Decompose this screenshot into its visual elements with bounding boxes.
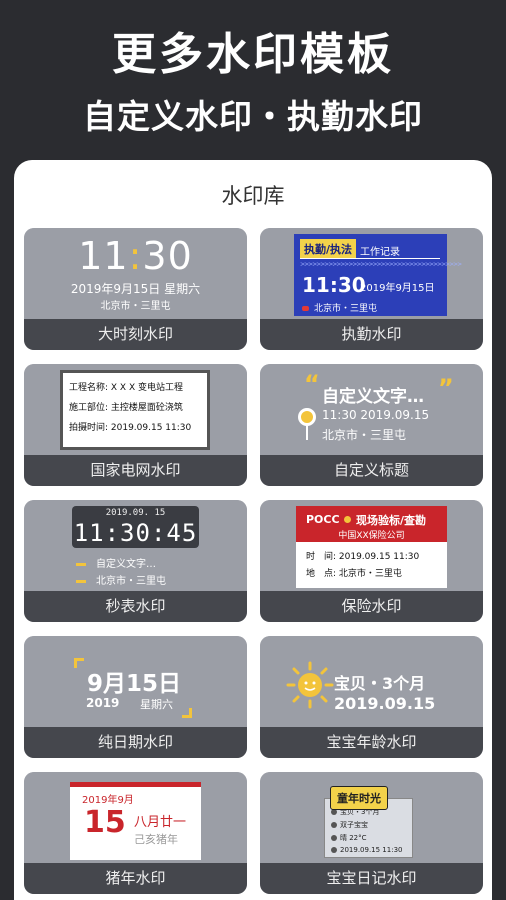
- project-name-row: 工程名称: X X X 变电站工程: [69, 383, 183, 393]
- preview-year: 2019: [86, 696, 120, 710]
- diary-row: 2019.09.15 11:30: [331, 846, 408, 854]
- preview-time: 11:30:45: [73, 519, 198, 547]
- preview-day: 15: [84, 805, 126, 840]
- pin-stem: [306, 426, 308, 440]
- template-card-state-grid[interactable]: 工程名称: X X X 变电站工程 施工部位: 主控楼屋面砼浇筑 拍摄时间: 2…: [24, 364, 247, 486]
- preview-date: 2019.09. 15: [105, 508, 166, 518]
- duty-watermark: 执勤/执法 工作记录 >>>>>>>>>>>>>>>>>>>>>>>>>>>>>…: [294, 234, 462, 316]
- template-label: 猪年水印: [24, 863, 247, 894]
- template-card-duty[interactable]: 执勤/执法 工作记录 >>>>>>>>>>>>>>>>>>>>>>>>>>>>>…: [260, 228, 483, 350]
- template-preview: 宝贝・3个月 2019.09.15: [260, 636, 483, 727]
- hero-title: 更多水印模板: [112, 29, 394, 80]
- template-preview: 童年时光 宝贝・3个月 双子宝宝 晴 22°C 2019.09.15 11:30: [260, 772, 483, 863]
- location-row: 地 点: 北京市・三里屯: [306, 569, 402, 579]
- corner-bracket-icon: [74, 658, 84, 668]
- template-preview: 11:30 2019年9月15日 星期六 北京市・三里屯: [24, 228, 247, 319]
- template-preview: 2019年9月 15 八月廿一 己亥猪年: [24, 772, 247, 863]
- preview-location: 北京市・三里屯: [302, 301, 377, 314]
- construction-part-row: 施工部位: 主控楼屋面砼浇筑: [69, 403, 183, 413]
- template-card-stopwatch[interactable]: 2019.09. 15 11:30:45 自定义文字… 北京市・三里屯 秒表水印: [24, 500, 247, 622]
- clock-icon: [331, 847, 337, 853]
- preview-year-month: 2019年9月: [82, 795, 134, 806]
- close-quote-icon: ”: [438, 374, 454, 402]
- insurance-title: 现场验标/查勘: [356, 514, 427, 527]
- template-label: 大时刻水印: [24, 319, 247, 350]
- template-label: 秒表水印: [24, 591, 247, 622]
- diary-row: 晴 22°C: [331, 833, 408, 843]
- template-card-baby-diary[interactable]: 童年时光 宝贝・3个月 双子宝宝 晴 22°C 2019.09.15 11:30…: [260, 772, 483, 894]
- duty-badge: 执勤/执法: [300, 239, 357, 259]
- duty-record: 工作记录: [360, 247, 400, 258]
- ganzhi-year: 己亥猪年: [134, 833, 178, 846]
- corner-bracket-icon: [182, 708, 192, 718]
- preview-location: 北京市・三里屯: [100, 301, 171, 312]
- template-card-big-time[interactable]: 11:30 2019年9月15日 星期六 北京市・三里屯 大时刻水印: [24, 228, 247, 350]
- preview-weekday: 星期六: [140, 698, 173, 711]
- preview-time: 11:30: [78, 234, 193, 278]
- stopwatch-display: 2019.09. 15 11:30:45: [72, 506, 199, 548]
- template-label: 自定义标题: [260, 455, 483, 486]
- preview-date: 2019年9月15日: [360, 283, 435, 294]
- template-preview: 工程名称: X X X 变电站工程 施工部位: 主控楼屋面砼浇筑 拍摄时间: 2…: [24, 364, 247, 455]
- preview-date: 2019.09.15: [334, 694, 436, 713]
- insurance-header: POCC 现场验标/查勘 中国XX保险公司: [296, 506, 447, 542]
- location-marker-icon: [302, 306, 309, 311]
- template-label: 执勤水印: [260, 319, 483, 350]
- custom-text-row: 自定义文字…: [76, 555, 156, 570]
- template-card-insurance[interactable]: POCC 现场验标/查勘 中国XX保险公司 时 间: 2019.09.15 11…: [260, 500, 483, 622]
- watermark-library-panel: 水印库 11:30 2019年9月15日 星期六 北京市・三里屯 大时刻水印 执…: [14, 160, 492, 900]
- location-pin-icon: [298, 408, 316, 426]
- template-preview: “ 自定义文字… ” 11:30 2019.09.15 北京市・三里屯: [260, 364, 483, 455]
- bullet-icon: [76, 562, 86, 566]
- weather-icon: [331, 835, 337, 841]
- template-label: 宝宝年龄水印: [260, 727, 483, 758]
- diary-row: 双子宝宝: [331, 820, 408, 830]
- sun-face-icon: [286, 661, 334, 709]
- time-row: 时 间: 2019.09.15 11:30: [306, 552, 420, 562]
- template-preview: POCC 现场验标/查勘 中国XX保险公司 时 间: 2019.09.15 11…: [260, 500, 483, 591]
- preview-date: 2019年9月15日 星期六: [70, 282, 201, 296]
- calendar-watermark: 2019年9月 15 八月廿一 己亥猪年: [70, 782, 201, 860]
- divider: [300, 258, 440, 259]
- arrow-strip: >>>>>>>>>>>>>>>>>>>>>>>>>>>>>>>>>>>>>>>>: [300, 261, 462, 268]
- template-label: 纯日期水印: [24, 727, 247, 758]
- custom-text: 自定义文字…: [322, 387, 424, 407]
- insurance-company: 中国XX保险公司: [338, 531, 405, 541]
- hero-subtitle: 自定义水印・执勤水印: [83, 97, 423, 136]
- star-icon: [331, 822, 337, 828]
- template-preview: 9月15日 2019 星期六: [24, 636, 247, 727]
- template-label: 国家电网水印: [24, 455, 247, 486]
- location-row: 北京市・三里屯: [76, 572, 166, 587]
- shoot-time-row: 拍摄时间: 2019.09.15 11:30: [69, 423, 192, 433]
- dot-icon: [344, 516, 351, 523]
- preview-date: 9月15日: [86, 671, 181, 697]
- template-label: 保险水印: [260, 591, 483, 622]
- diary-badge: 童年时光: [330, 786, 388, 810]
- preview-location: 北京市・三里屯: [322, 428, 407, 442]
- open-quote-icon: “: [304, 370, 320, 398]
- insurance-watermark: POCC 现场验标/查勘 中国XX保险公司 时 间: 2019.09.15 11…: [296, 506, 447, 588]
- pocc-logo: POCC: [306, 513, 340, 526]
- template-preview: 执勤/执法 工作记录 >>>>>>>>>>>>>>>>>>>>>>>>>>>>>…: [260, 228, 483, 319]
- bullet-icon: [76, 579, 86, 583]
- template-card-custom-title[interactable]: “ 自定义文字… ” 11:30 2019.09.15 北京市・三里屯 自定义标…: [260, 364, 483, 486]
- library-title: 水印库: [221, 184, 285, 208]
- template-card-baby-age[interactable]: 宝贝・3个月 2019.09.15 宝宝年龄水印: [260, 636, 483, 758]
- lunar-date: 八月廿一: [134, 815, 187, 830]
- preview-time: 11:30: [302, 273, 366, 297]
- template-preview: 2019.09. 15 11:30:45 自定义文字… 北京市・三里屯: [24, 500, 247, 591]
- grid-watermark: 工程名称: X X X 变电站工程 施工部位: 主控楼屋面砼浇筑 拍摄时间: 2…: [60, 370, 210, 450]
- template-card-pig-year[interactable]: 2019年9月 15 八月廿一 己亥猪年 猪年水印: [24, 772, 247, 894]
- baby-age-text: 宝贝・3个月: [334, 674, 426, 693]
- preview-time: 11:30 2019.09.15: [322, 408, 430, 422]
- template-label: 宝宝日记水印: [260, 863, 483, 894]
- template-card-pure-date[interactable]: 9月15日 2019 星期六 纯日期水印: [24, 636, 247, 758]
